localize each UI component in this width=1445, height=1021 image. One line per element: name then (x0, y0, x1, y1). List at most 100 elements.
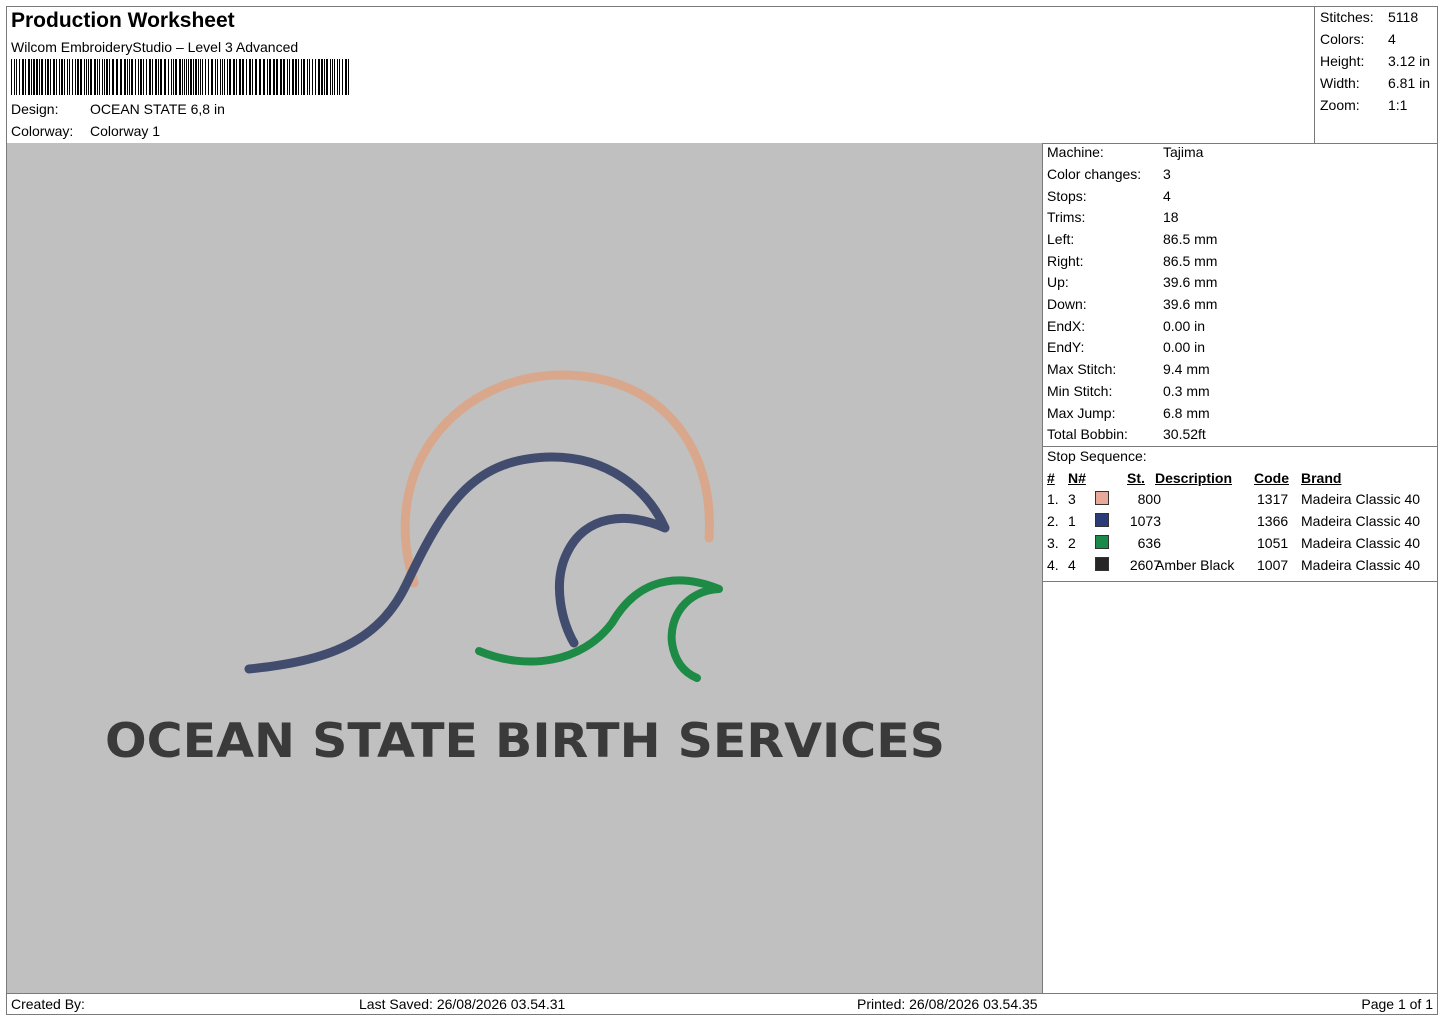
page-title: Production Worksheet (11, 9, 235, 32)
barcode-bar (182, 59, 183, 95)
barcode-bar (146, 59, 147, 95)
barcode-bar (175, 59, 177, 95)
machine-row: Left: 86.5 mm (1047, 231, 1218, 247)
barcode-bar (312, 59, 313, 95)
barcode-bar (53, 59, 55, 95)
barcode-bar (224, 59, 225, 95)
barcode-bar (69, 59, 70, 95)
barcode-bar (102, 59, 103, 95)
barcode-bar (332, 59, 333, 95)
barcode-bar (252, 59, 253, 95)
barcode-bar (80, 59, 82, 95)
barcode-bar (330, 59, 331, 95)
barcode-bar (155, 59, 157, 95)
barcode-bar (173, 59, 174, 95)
col-description: Description (1155, 470, 1233, 486)
summary-row: Stitches: 5118 (1320, 9, 1419, 25)
header: Production Worksheet Wilcom EmbroiderySt… (7, 7, 1437, 144)
divider (1043, 446, 1437, 447)
barcode-bar (263, 59, 265, 95)
barcode-bar (47, 59, 49, 95)
barcode-bar (205, 59, 206, 95)
barcode-bar (33, 59, 35, 95)
barcode-bar (242, 59, 244, 95)
barcode-bar (56, 59, 57, 95)
barcode-bar (321, 59, 323, 95)
summary-row: Colors: 4 (1320, 31, 1396, 47)
barcode-bar (61, 59, 63, 95)
barcode-bar (233, 59, 235, 95)
worksheet: Production Worksheet Wilcom EmbroiderySt… (6, 6, 1438, 1015)
barcode-bar (28, 59, 30, 95)
barcode-bar (168, 59, 169, 95)
barcode-bar (127, 59, 128, 95)
barcode-bar (11, 59, 12, 95)
barcode-bar (138, 59, 139, 95)
barcode-bar (345, 59, 347, 95)
barcode-bar (222, 59, 223, 95)
printed-date: Printed: 26/08/2026 03.54.35 (857, 996, 1038, 1012)
col-brand: Brand (1301, 470, 1342, 486)
color-swatch (1095, 557, 1109, 571)
barcode-bar (116, 59, 118, 95)
barcode-bar (198, 59, 199, 95)
barcode-bar (208, 59, 209, 95)
barcode-bar (143, 59, 144, 95)
design-value: OCEAN STATE 6,8 in (90, 101, 225, 117)
machine-panel: Machine: Tajima Color changes: 3 Stops: 4 T… (1043, 143, 1437, 993)
col-needle: N# (1068, 470, 1086, 486)
barcode-bar (215, 59, 216, 95)
barcode-bar (307, 59, 308, 95)
machine-row: Max Jump: 6.8 mm (1047, 405, 1210, 421)
barcode-bar (41, 59, 43, 95)
colorway-row: Colorway: Colorway 1 (11, 123, 160, 139)
col-stitches: St. (1127, 470, 1145, 486)
machine-row: EndY: 0.00 in (1047, 339, 1206, 355)
barcode-bar (269, 59, 271, 95)
table-row: 2. 1 1073 1366 Madeira Classic 40 (1047, 513, 1421, 529)
barcode-bar (36, 59, 38, 95)
barcode-bar (90, 59, 92, 95)
machine-row: Machine: Tajima (1047, 144, 1204, 160)
machine-row: Stops: 4 (1047, 188, 1171, 204)
machine-row: Up: 39.6 mm (1047, 274, 1218, 290)
barcode-bar (186, 59, 187, 95)
barcode-bar (326, 59, 328, 95)
barcode-bar (348, 59, 349, 95)
design-summary: Stitches: 5118 Colors: 4 Height: 3.12 in Wi… (1314, 7, 1438, 143)
barcode-bar (19, 59, 20, 95)
barcode-bar (239, 59, 241, 95)
barcode-bar (129, 59, 130, 95)
barcode-bar (315, 59, 316, 95)
design-row: Design: OCEAN STATE 6,8 in (11, 101, 225, 117)
barcode-bar (188, 59, 189, 95)
barcode-bar (200, 59, 201, 95)
barcode-bar (50, 59, 51, 95)
software-name: Wilcom EmbroideryStudio – Level 3 Advanc… (11, 39, 299, 55)
barcode-bar (227, 59, 228, 95)
col-num: # (1047, 470, 1055, 486)
barcode-bar (72, 59, 73, 95)
barcode-bar (158, 59, 159, 95)
sun-arc (400, 370, 714, 588)
machine-row: Min Stitch: 0.3 mm (1047, 383, 1210, 399)
barcode-bar (324, 59, 325, 95)
barcode-bar (193, 59, 194, 95)
barcode (11, 59, 349, 95)
summary-row: Height: 3.12 in (1320, 53, 1431, 69)
barcode-bar (303, 59, 305, 95)
barcode-bar (97, 59, 98, 95)
barcode-bar (75, 59, 76, 95)
barcode-bar (131, 59, 133, 95)
barcode-bar (99, 59, 100, 95)
barcode-bar (171, 59, 172, 95)
table-row: 1. 3 800 1317 Madeira Classic 40 (1047, 491, 1421, 507)
barcode-bar (124, 59, 126, 95)
barcode-bar (59, 59, 60, 95)
barcode-bar (295, 59, 297, 95)
barcode-bar (22, 59, 24, 95)
barcode-bar (217, 59, 218, 95)
barcode-bar (104, 59, 105, 95)
colorway-value: Colorway 1 (90, 123, 161, 139)
barcode-bar (140, 59, 142, 95)
